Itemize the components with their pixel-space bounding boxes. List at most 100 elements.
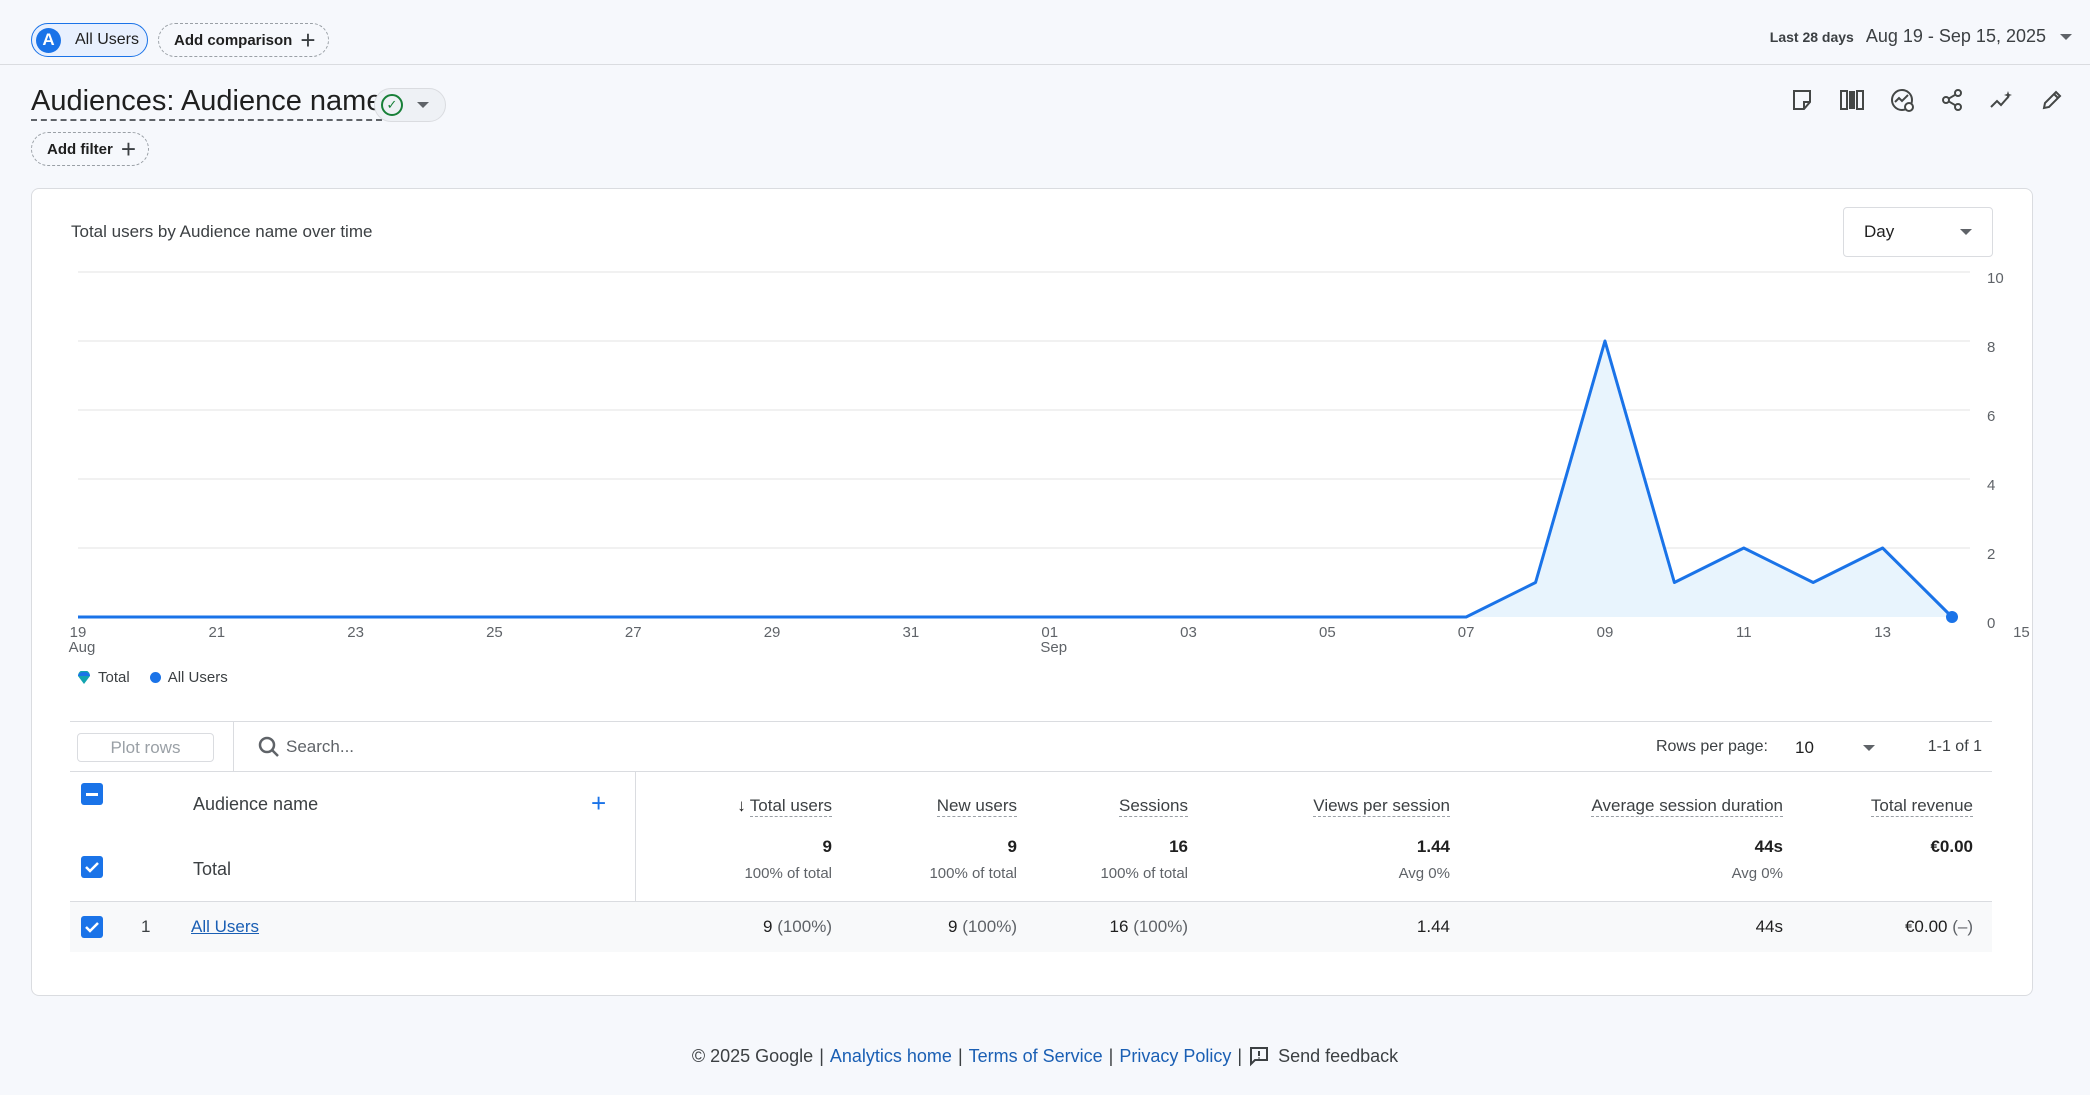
total-value: 44s bbox=[1754, 837, 1783, 856]
cell-pct: (100%) bbox=[1133, 917, 1188, 936]
y-tick-label: 6 bbox=[1987, 408, 1995, 425]
total-value: 1.44 bbox=[1416, 837, 1450, 856]
check-icon bbox=[85, 922, 99, 933]
cell-value: 9 bbox=[947, 917, 958, 936]
send-feedback-button[interactable]: Send feedback bbox=[1248, 1045, 1398, 1067]
add-comparison-button[interactable]: Add comparison + bbox=[158, 23, 329, 57]
table-row: 1 All Users 9 (100%) 9 (100%) 16 (100%) … bbox=[70, 902, 1992, 952]
cell-value: 9 bbox=[762, 917, 773, 936]
privacy-policy-link[interactable]: Privacy Policy bbox=[1119, 1046, 1231, 1067]
totals-checkbox[interactable] bbox=[81, 856, 103, 878]
plus-icon: + bbox=[120, 134, 137, 164]
compare-columns-icon[interactable] bbox=[1838, 86, 1866, 114]
cell-value: 16 bbox=[1109, 917, 1129, 936]
y-tick-label: 2 bbox=[1987, 546, 1995, 563]
date-range-picker[interactable]: Last 28 days Aug 19 - Sep 15, 2025 bbox=[1770, 26, 2072, 47]
y-tick-label: 10 bbox=[1987, 270, 2004, 287]
total-sub: 100% of total bbox=[929, 865, 1017, 882]
indeterminate-icon bbox=[86, 792, 98, 796]
series-end-marker bbox=[1946, 611, 1958, 623]
total-value: 9 bbox=[822, 837, 832, 856]
footer-copyright: © 2025 Google bbox=[691, 1045, 814, 1066]
plot-rows-button[interactable]: Plot rows bbox=[77, 733, 214, 762]
footer-separator: | bbox=[819, 1045, 824, 1066]
send-feedback-label: Send feedback bbox=[1278, 1045, 1399, 1066]
column-header-label: Average session duration bbox=[1591, 796, 1783, 817]
dimension-header[interactable]: Audience name bbox=[193, 794, 318, 815]
page-title[interactable]: Audiences: Audience name bbox=[31, 84, 383, 121]
date-range-value: Aug 19 - Sep 15, 2025 bbox=[1865, 26, 2046, 46]
search-input[interactable] bbox=[286, 734, 786, 760]
trending-icon[interactable] bbox=[1988, 86, 2016, 114]
footer-separator: | bbox=[1237, 1045, 1243, 1066]
analytics-home-link[interactable]: Analytics home bbox=[830, 1046, 952, 1067]
totals-row: Total 9 100% of total 9 100% of total 16… bbox=[70, 830, 1992, 902]
pagination-info: 1-1 of 1 bbox=[1927, 738, 1982, 755]
insights-icon[interactable] bbox=[1888, 86, 1916, 114]
column-header-total-users[interactable]: ↓ Total users bbox=[632, 796, 832, 817]
terms-of-service-link[interactable]: Terms of Service bbox=[969, 1046, 1103, 1067]
x-tick-label: 31 bbox=[903, 624, 920, 641]
total-value: 16 bbox=[1169, 837, 1188, 856]
select-all-checkbox[interactable] bbox=[81, 783, 103, 805]
edit-icon[interactable] bbox=[2038, 86, 2066, 114]
chevron-down-icon bbox=[417, 102, 429, 108]
y-tick-label: 8 bbox=[1987, 339, 1995, 356]
x-tick-label: 29 bbox=[764, 624, 781, 641]
row-checkbox[interactable] bbox=[81, 916, 103, 938]
column-header-label: Total revenue bbox=[1870, 796, 1973, 817]
x-tick-label: 21 bbox=[208, 624, 225, 641]
add-dimension-icon[interactable]: + bbox=[591, 788, 606, 819]
column-header-views-per-session[interactable]: Views per session bbox=[1200, 796, 1450, 817]
footer: © 2025 Google | Analytics home | Terms o… bbox=[0, 1045, 2090, 1067]
row-dimension-link[interactable]: All Users bbox=[191, 917, 259, 937]
divider bbox=[233, 722, 234, 772]
total-sub: 100% of total bbox=[1100, 865, 1188, 882]
rows-per-page-label: Rows per page: bbox=[1655, 738, 1768, 755]
x-tick-label: 03 bbox=[1180, 624, 1197, 641]
chart-legend: Total All Users bbox=[77, 669, 238, 686]
date-range-prefix: Last 28 days bbox=[1769, 28, 1854, 45]
cell-pct: (–) bbox=[1952, 917, 1973, 936]
total-sub: 100% of total bbox=[744, 865, 832, 882]
add-filter-button[interactable]: Add filter + bbox=[31, 132, 150, 166]
cell-value: €0.00 bbox=[1904, 917, 1948, 936]
x-tick-label: 15 bbox=[2013, 624, 2030, 641]
chevron-down-icon bbox=[2060, 33, 2072, 40]
note-icon[interactable] bbox=[1788, 86, 1816, 114]
segment-chip-label: All Users bbox=[75, 31, 140, 48]
row-cell-new-users: 9 (100%) bbox=[948, 917, 1017, 937]
check-circle-icon: ✓ bbox=[381, 94, 403, 116]
column-header-total-revenue[interactable]: Total revenue bbox=[1793, 796, 1973, 817]
column-header-label: New users bbox=[936, 796, 1017, 817]
footer-separator: | bbox=[1108, 1045, 1114, 1066]
x-tick-label: 07 bbox=[1458, 624, 1475, 641]
total-value: 9 bbox=[1007, 837, 1017, 856]
column-header-new-users[interactable]: New users bbox=[837, 796, 1017, 817]
share-icon[interactable] bbox=[1938, 86, 1966, 114]
add-filter-label: Add filter bbox=[47, 140, 113, 158]
row-cell-total-revenue: €0.00 (–) bbox=[1905, 917, 1973, 937]
legend-item-all-users[interactable]: All Users bbox=[149, 669, 228, 686]
total-legend-icon bbox=[78, 670, 90, 684]
column-header-sessions[interactable]: Sessions bbox=[1018, 796, 1188, 817]
legend-item-total[interactable]: Total bbox=[77, 669, 130, 686]
x-tick-label: 27 bbox=[625, 624, 642, 641]
legend-dot bbox=[149, 672, 161, 683]
total-value: €0.00 bbox=[1930, 837, 1973, 856]
segment-chip-all-users[interactable]: A All Users bbox=[31, 23, 148, 57]
feedback-icon bbox=[1250, 1047, 1269, 1067]
cell-pct: (100%) bbox=[962, 917, 1017, 936]
sort-arrow-down-icon: ↓ bbox=[737, 796, 746, 815]
y-tick-label: 4 bbox=[1987, 477, 1995, 494]
report-status-menu[interactable]: ✓ bbox=[374, 88, 446, 122]
report-toolbar bbox=[1788, 86, 2066, 114]
x-tick-label: 05 bbox=[1319, 624, 1336, 641]
row-cell-sessions: 16 (100%) bbox=[1110, 917, 1188, 937]
column-header-label: Total users bbox=[749, 796, 832, 817]
column-header-avg-session-duration[interactable]: Average session duration bbox=[1483, 796, 1783, 817]
rows-per-page-select[interactable]: 10 bbox=[1795, 733, 1875, 762]
check-icon bbox=[85, 862, 99, 873]
x-tick-label: 11 bbox=[1736, 624, 1752, 641]
cell-pct: (100%) bbox=[777, 917, 832, 936]
